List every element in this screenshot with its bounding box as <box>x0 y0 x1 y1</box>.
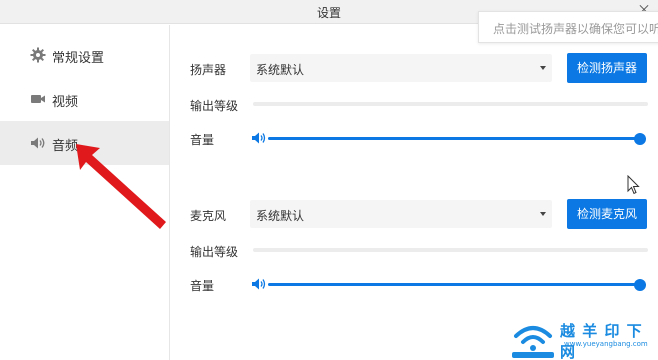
mic-volume-thumb[interactable] <box>634 279 646 291</box>
test-speaker-tooltip: 点击测试扬声器以确保您可以听到 <box>478 11 658 43</box>
video-camera-icon <box>31 95 45 103</box>
mic-select[interactable]: 系统默认 <box>250 200 552 228</box>
sidebar-item-label: 视频 <box>52 94 79 109</box>
watermark-url: www.yueyangbang.com <box>564 340 648 348</box>
gear-icon <box>30 47 46 63</box>
speaker-volume-thumb[interactable] <box>634 133 646 145</box>
speaker-label: 扬声器 <box>190 63 227 77</box>
speaker-output-level-meter <box>253 102 648 106</box>
sidebar-item-label: 常规设置 <box>52 50 105 65</box>
speaker-select-value: 系统默认 <box>256 63 305 77</box>
sidebar-item-general[interactable]: 常规设置 <box>0 33 169 77</box>
speaker-output-level-label: 输出等级 <box>190 99 239 113</box>
watermark-logo: 越 羊 印 下 网 www.yueyangbang.com <box>508 318 658 360</box>
speaker-volume-label: 音量 <box>190 133 215 147</box>
mic-volume-slider[interactable] <box>268 283 640 286</box>
mouse-cursor-icon <box>627 175 640 195</box>
speaker-volume-slider[interactable] <box>268 137 640 140</box>
speaker-volume-icon[interactable] <box>251 131 267 145</box>
chevron-down-icon <box>540 212 546 216</box>
mic-output-level-meter <box>253 248 648 252</box>
mic-output-level-label: 输出等级 <box>190 245 239 259</box>
speaker-icon <box>31 137 45 149</box>
mic-select-value: 系统默认 <box>256 209 305 223</box>
speaker-select[interactable]: 系统默认 <box>250 54 552 82</box>
annotation-arrow <box>76 144 166 229</box>
sidebar-item-video[interactable]: 视频 <box>0 77 169 121</box>
mic-label: 麦克风 <box>190 209 227 223</box>
mic-volume-icon[interactable] <box>251 277 267 291</box>
wifi-logo-icon <box>512 326 554 358</box>
test-mic-button[interactable]: 检测麦克风 <box>567 199 647 229</box>
chevron-down-icon <box>540 66 546 70</box>
mic-volume-label: 音量 <box>190 279 215 293</box>
test-speaker-button[interactable]: 检测扬声器 <box>567 53 647 83</box>
